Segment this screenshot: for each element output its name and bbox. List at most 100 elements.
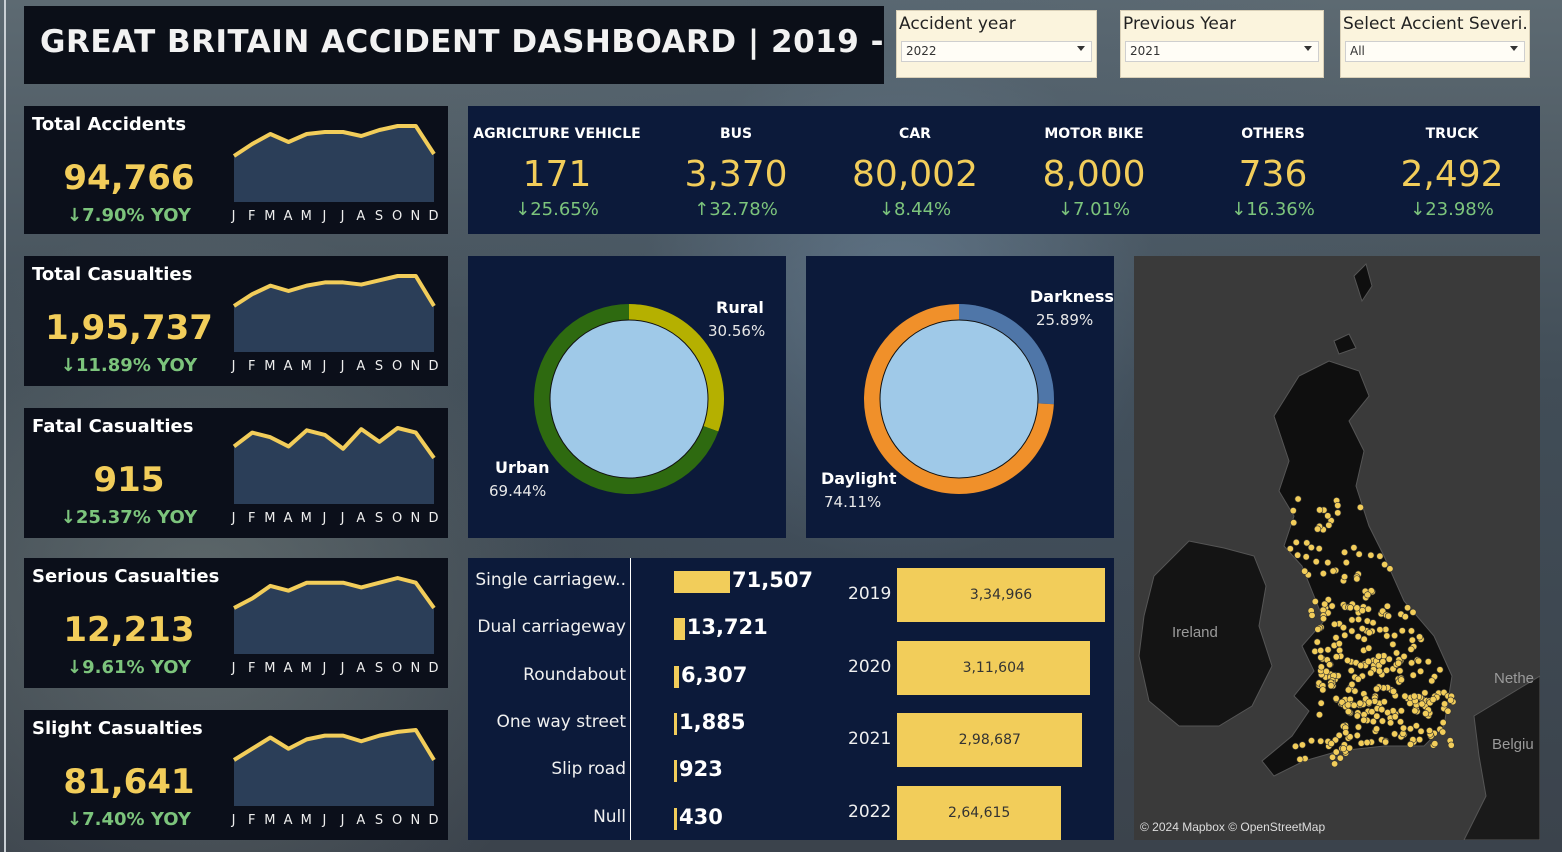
accident-dot [1344,708,1352,716]
vehicle-change: ↓16.36% [1231,199,1315,220]
accident-dot [1428,677,1436,685]
month-tick-label: F [248,813,256,828]
accident-dot [1317,653,1325,661]
month-tick-label: J [231,813,237,828]
accident-dot [1339,745,1347,753]
darkness-label: Darkness [1030,287,1114,306]
kpi-value: 94,766 [63,158,195,198]
accident-dot [1363,617,1371,625]
kpi-yoy: ↓25.37% YOY [60,507,198,528]
accident-dot [1409,671,1417,679]
accident-dot [1286,545,1294,553]
month-tick-label: N [410,359,421,374]
accident-dot [1378,706,1386,714]
accident-dot [1311,598,1319,606]
month-tick-label: M [264,511,276,526]
previous-year-select[interactable]: 2021 [1125,41,1319,62]
kpi-card: Fatal Casualties 915 ↓25.37% YOY J F M A M J J A S O… [24,408,448,538]
month-tick-label: A [356,511,366,526]
chevron-down-icon[interactable] [1077,46,1085,51]
road-type-value: 430 [679,804,723,829]
accident-dot [1447,741,1455,749]
accident-year-select[interactable]: 2022 [901,41,1092,62]
donut-slices [534,304,724,494]
month-tick-label: S [375,661,384,676]
kpi-yoy: ↓7.40% YOY [67,809,191,830]
accident-dot [1317,663,1325,671]
road-type-bar[interactable] [674,712,677,735]
accident-dot [1346,604,1354,612]
accident-dot [1399,724,1407,732]
year-bar[interactable]: 3,34,966 [897,568,1105,622]
accident-dot [1382,738,1390,746]
accident-dot [1384,612,1392,620]
accident-dot [1406,740,1414,748]
accident-dot [1364,591,1372,599]
accident-dot [1311,647,1319,655]
accident-dot [1412,722,1420,730]
kpi-yoy: ↓7.90% YOY [67,205,191,226]
year-bar[interactable]: 2,64,615 [897,785,1062,840]
accident-dot [1329,567,1337,575]
month-tick-label: A [356,661,366,676]
accident-dot [1431,740,1439,748]
month-tick-label: J [231,359,237,374]
road-type-bar[interactable] [674,760,677,783]
accident-dot [1334,501,1342,509]
accident-dot [1308,611,1316,619]
road-type-value: 71,507 [732,568,814,592]
donut-slices [864,304,1054,494]
accident-dot [1439,728,1447,736]
accident-dot [1365,629,1373,637]
accident-dot [1401,613,1409,621]
chevron-down-icon[interactable] [1304,46,1312,51]
month-tick-label: J [340,209,346,224]
month-tick-label: N [410,661,421,676]
filter-previous-year[interactable]: Previous Year 2021 [1120,10,1324,78]
rural-percent: 30.56% [708,322,766,340]
month-tick-label: O [392,209,403,224]
accident-dot [1290,519,1298,527]
select-value: 2022 [906,44,937,58]
accident-dot [1373,685,1381,693]
accident-dot [1348,616,1356,624]
accident-dot [1342,559,1350,567]
kpi-value: 12,213 [63,610,195,650]
month-tick-label: A [284,813,294,828]
accident-dot [1441,700,1449,708]
accident-dot [1391,713,1399,721]
year-bar[interactable]: 2,98,687 [897,713,1083,767]
accident-dot [1444,707,1452,715]
accident-map[interactable]: Ireland Nethe Belgiu © 2024 Mapbox © Ope… [1134,256,1540,840]
accident-dot [1364,657,1372,665]
accident-dot [1341,631,1349,639]
kpi-card: Serious Casualties 12,213 ↓9.61% YOY J F M A M J… [24,558,448,688]
year-bar[interactable]: 3,11,604 [897,640,1091,695]
road-type-bar[interactable] [674,665,679,688]
accident-dot [1385,655,1393,663]
accident-dot [1315,545,1323,553]
month-tick-label: D [428,209,439,224]
accident-dot [1294,551,1302,559]
month-tick-label: J [321,359,327,374]
accident-dot [1396,718,1404,726]
filter-severity[interactable]: Select Accient Severi.. All [1340,10,1530,78]
chevron-down-icon[interactable] [1510,46,1518,51]
accident-dot [1332,748,1340,756]
severity-select[interactable]: All [1345,41,1525,62]
kpi-value: 915 [93,460,165,500]
road-type-bar[interactable] [674,618,685,641]
kpi-value: 1,95,737 [45,308,213,348]
month-tick-label: J [231,209,237,224]
accident-dot [1394,659,1402,667]
accident-dot [1344,701,1352,709]
accident-dot [1410,692,1418,700]
map-canvas [1134,256,1540,840]
road-type-bar[interactable] [674,807,677,830]
filter-accident-year[interactable]: Accident year 2022 [896,10,1097,78]
month-tick-label: J [231,511,237,526]
accident-dot [1364,605,1372,613]
road-type-bar[interactable] [674,571,730,593]
light-donut-panel: Darkness 25.89% Daylight 74.11% [806,256,1114,538]
sparkline-chart: JFMAMJJASOND [231,426,439,526]
